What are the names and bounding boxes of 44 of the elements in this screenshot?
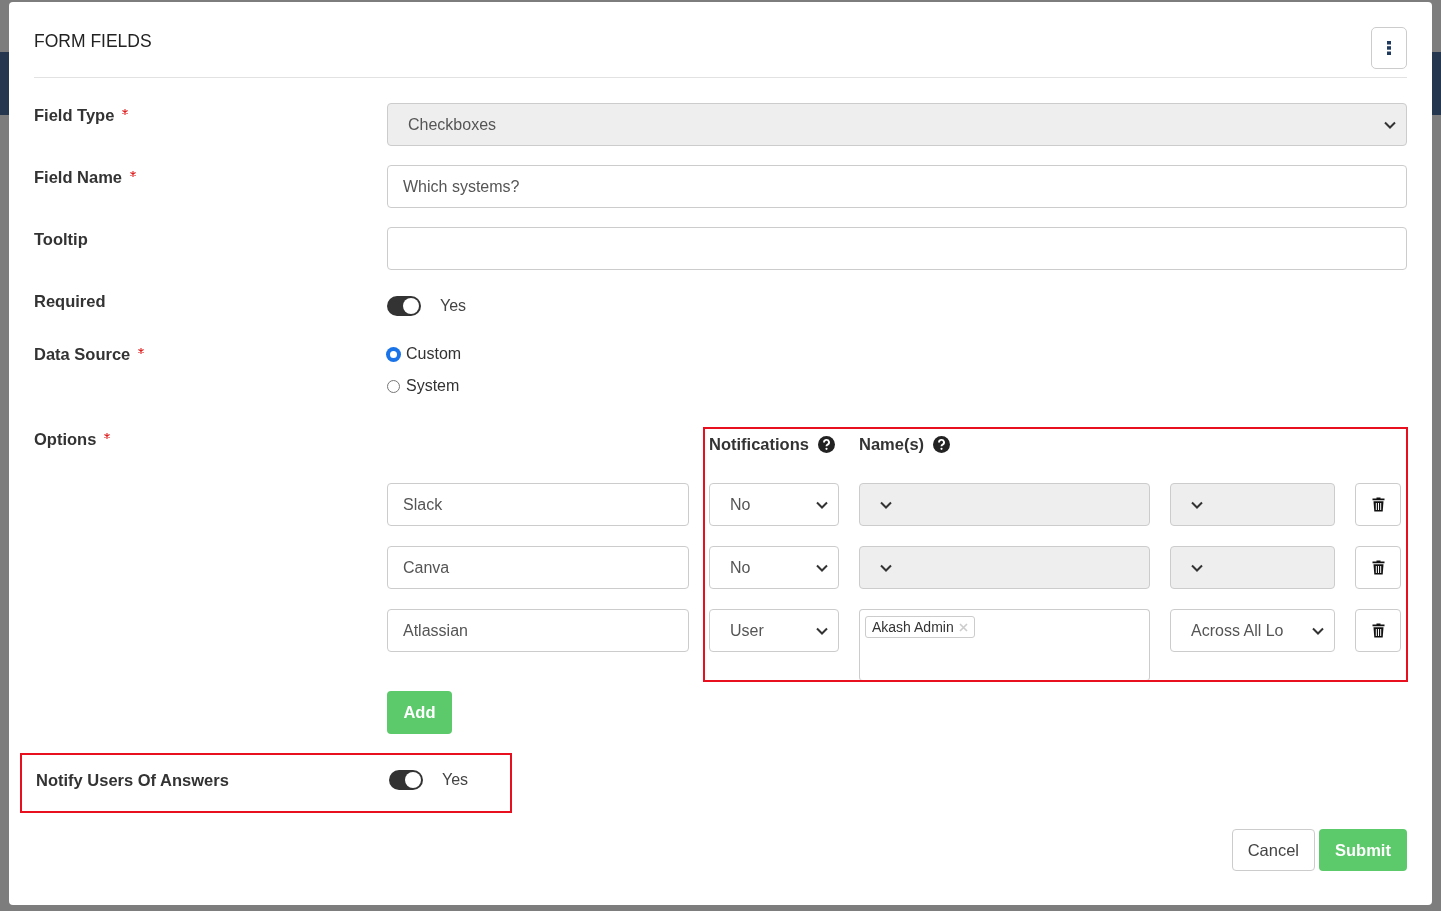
field-label: Notify Users Of Answers [36,770,230,790]
chevron-down-icon [1312,626,1324,635]
column-header: Name(s) [859,435,925,454]
help-icon [933,436,951,453]
field-label: Field Name [34,168,123,187]
field-label: Data Source [34,345,131,364]
trash-icon [1371,560,1385,575]
chevron-down-icon [880,563,892,572]
radio-label: System [406,377,460,395]
trash-icon [1371,497,1385,512]
chevron-down-icon [816,500,828,509]
delete-button[interactable] [1355,483,1401,526]
text-input[interactable]: Which systems? [387,165,1407,208]
trash-icon [1371,623,1385,638]
chevron-down-icon [880,500,892,509]
chevron-down-icon [1191,500,1203,509]
help-icon [817,436,835,453]
dialog-title: FORM FIELDS [34,31,152,52]
field-label: Field Type [34,106,115,125]
chevron-down-icon [816,626,828,635]
option-input[interactable]: Atlassian [387,609,689,652]
toggle-label: Yes [440,297,467,315]
toggle-switch[interactable] [389,770,423,790]
toggle-label: Yes [442,771,469,789]
field-label: Required [34,292,106,311]
more-options-button[interactable] [1371,26,1407,69]
names-multiselect[interactable]: Akash Admin [859,609,1150,681]
text-input[interactable] [387,227,1407,270]
notification-select[interactable]: User [709,609,839,652]
field-label: Options [34,430,97,449]
toggle-switch[interactable] [387,296,421,316]
kebab-menu-icon [1387,40,1391,55]
radio-label: Custom [406,345,462,363]
scope-select[interactable]: Across All Lo [1170,609,1335,652]
radio-button[interactable] [387,347,400,361]
chevron-down-icon [816,563,828,572]
field-label: Tooltip [34,230,88,249]
column-header: Notifications [709,435,809,454]
delete-button[interactable] [1355,609,1401,652]
chevron-down-icon [1191,563,1203,572]
chevron-down-icon [1384,120,1396,129]
cancel-button[interactable]: Cancel [1231,829,1315,871]
delete-button[interactable] [1355,546,1401,589]
tag-label: Akash Admin [872,619,954,635]
